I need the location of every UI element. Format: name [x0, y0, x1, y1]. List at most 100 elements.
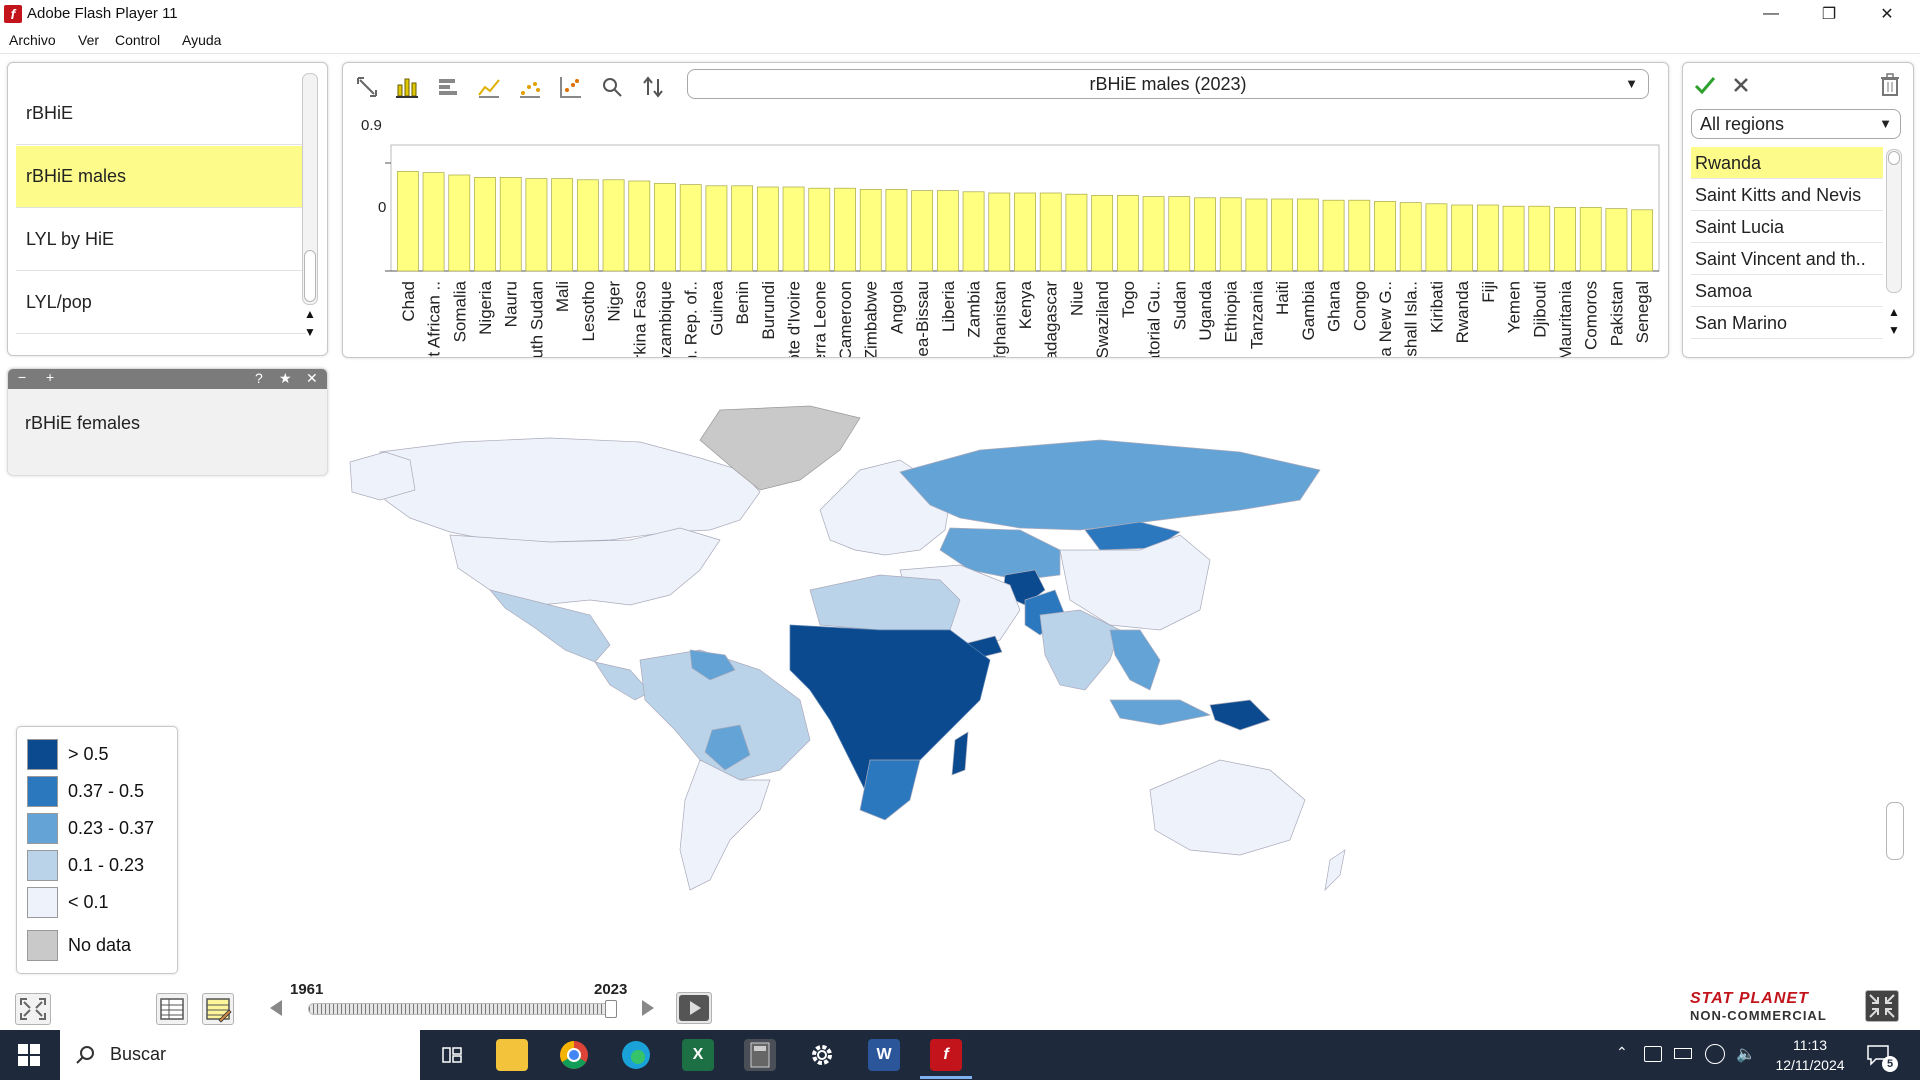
trash-icon[interactable]: [1879, 73, 1901, 97]
bar-21[interactable]: [936, 190, 959, 272]
bar-28[interactable]: [1116, 195, 1139, 272]
secondary-indicator-label[interactable]: rBHiE females: [25, 413, 140, 434]
map-scroll-handle[interactable]: [1886, 802, 1904, 860]
chrome-icon[interactable]: [558, 1039, 590, 1071]
scroll-up-icon[interactable]: ▲: [1886, 305, 1902, 319]
scatter-icon[interactable]: [516, 73, 544, 101]
bar-35[interactable]: [1296, 198, 1319, 272]
clear-icon[interactable]: [1731, 75, 1751, 95]
close-button[interactable]: ✕: [1858, 0, 1916, 28]
flash-icon[interactable]: f: [930, 1039, 962, 1071]
region-item-saint-lucia[interactable]: Saint Lucia: [1691, 211, 1883, 243]
bar-31[interactable]: [1194, 197, 1216, 272]
region-item-san-marino[interactable]: San Marino: [1691, 307, 1883, 339]
world-map[interactable]: [340, 400, 1620, 900]
bar-48[interactable]: [1631, 209, 1654, 272]
excel-icon[interactable]: X: [682, 1039, 714, 1071]
fit-icon[interactable]: [353, 73, 381, 101]
sort-icon[interactable]: [639, 73, 667, 101]
bar-14[interactable]: [756, 186, 779, 272]
menu-archivo[interactable]: Archivo: [9, 32, 56, 48]
battery-icon[interactable]: [1674, 1048, 1692, 1059]
taskbar-search[interactable]: Buscar: [60, 1030, 420, 1080]
fullscreen-button[interactable]: [15, 993, 51, 1025]
clock-date[interactable]: 12/11/2024: [1770, 1057, 1850, 1073]
table-view-button[interactable]: [156, 993, 188, 1025]
horizontal-bar-icon[interactable]: [434, 73, 462, 101]
minimize-button[interactable]: —: [1742, 0, 1800, 28]
bar-11[interactable]: [679, 184, 702, 272]
timeline-next-icon[interactable]: [640, 998, 658, 1018]
indicator-dropdown[interactable]: rBHiE males (2023) ▼: [687, 69, 1649, 99]
settings-icon[interactable]: [806, 1039, 838, 1071]
timeline-slider-thumb[interactable]: [605, 1000, 617, 1018]
bar-27[interactable]: [1091, 195, 1114, 272]
bar-37[interactable]: [1348, 199, 1371, 272]
bar-41[interactable]: [1451, 204, 1474, 272]
file-explorer-icon[interactable]: [496, 1039, 528, 1071]
menu-control[interactable]: Control: [115, 32, 160, 48]
bar-chart-icon[interactable]: [393, 73, 421, 101]
bar-16[interactable]: [808, 187, 831, 272]
bar-2[interactable]: [448, 174, 471, 272]
bar-47[interactable]: [1605, 208, 1628, 272]
indicator-item-lyl-pop[interactable]: LYL/pop: [16, 272, 306, 334]
bar-38[interactable]: [1374, 201, 1396, 272]
indicator-item-rbhie[interactable]: rBHiE: [16, 83, 306, 145]
scroll-down-icon[interactable]: ▼: [302, 325, 318, 339]
bar-30[interactable]: [1168, 196, 1191, 272]
bar-24[interactable]: [1014, 192, 1036, 272]
tray-device-icon[interactable]: [1644, 1046, 1662, 1062]
region-item-rwanda[interactable]: Rwanda: [1691, 147, 1883, 179]
bar-39[interactable]: [1399, 202, 1422, 272]
bar-45[interactable]: [1554, 207, 1576, 272]
scroll-thumb[interactable]: [1888, 151, 1900, 165]
bar-13[interactable]: [731, 185, 754, 272]
help-icon[interactable]: ?: [255, 370, 263, 386]
bar-32[interactable]: [1219, 197, 1242, 272]
word-icon[interactable]: W: [868, 1039, 900, 1071]
check-icon[interactable]: [1693, 73, 1717, 97]
bar-5[interactable]: [525, 178, 548, 272]
menu-ayuda[interactable]: Ayuda: [182, 32, 221, 48]
bar-6[interactable]: [551, 178, 574, 272]
bar-25[interactable]: [1039, 192, 1062, 272]
menu-ver[interactable]: Ver: [78, 32, 99, 48]
bar-36[interactable]: [1322, 199, 1345, 272]
bar-42[interactable]: [1476, 204, 1499, 272]
search-icon[interactable]: [598, 73, 626, 101]
bar-34[interactable]: [1271, 198, 1294, 272]
bar-1[interactable]: [422, 172, 445, 272]
bar-40[interactable]: [1425, 203, 1448, 272]
bar-46[interactable]: [1579, 207, 1602, 272]
scroll-thumb[interactable]: [304, 250, 316, 302]
bar-44[interactable]: [1528, 205, 1551, 272]
bar-4[interactable]: [499, 177, 522, 272]
clock-time[interactable]: 11:13: [1770, 1037, 1850, 1053]
task-view-icon[interactable]: [436, 1039, 468, 1071]
bar-33[interactable]: [1245, 198, 1268, 272]
star-icon[interactable]: ★: [279, 370, 292, 387]
data-edit-button[interactable]: [202, 993, 234, 1025]
region-dropdown[interactable]: All regions ▼: [1691, 109, 1901, 139]
bar-22[interactable]: [962, 191, 985, 272]
bar-8[interactable]: [602, 179, 625, 272]
indicator-item-rbhie-males[interactable]: rBHiE males: [16, 146, 306, 208]
region-item-saint-kitts[interactable]: Saint Kitts and Nevis: [1691, 179, 1883, 211]
scroll-down-icon[interactable]: ▼: [1886, 323, 1902, 337]
bar-7[interactable]: [576, 179, 599, 272]
scroll-up-icon[interactable]: ▲: [302, 307, 318, 321]
bar-9[interactable]: [628, 180, 651, 272]
bar-29[interactable]: [1142, 196, 1165, 272]
play-button[interactable]: [676, 992, 712, 1024]
volume-icon[interactable]: 🔈: [1736, 1044, 1756, 1064]
bar-17[interactable]: [834, 187, 856, 272]
bar-10[interactable]: [654, 183, 676, 272]
edge-icon[interactable]: [620, 1039, 652, 1071]
bar-12[interactable]: [705, 185, 728, 272]
bar-18[interactable]: [859, 189, 882, 272]
bar-0[interactable]: [396, 171, 419, 272]
scatter-grid-icon[interactable]: [557, 73, 585, 101]
expand-icon[interactable]: +: [46, 369, 54, 385]
bar-20[interactable]: [911, 190, 934, 272]
